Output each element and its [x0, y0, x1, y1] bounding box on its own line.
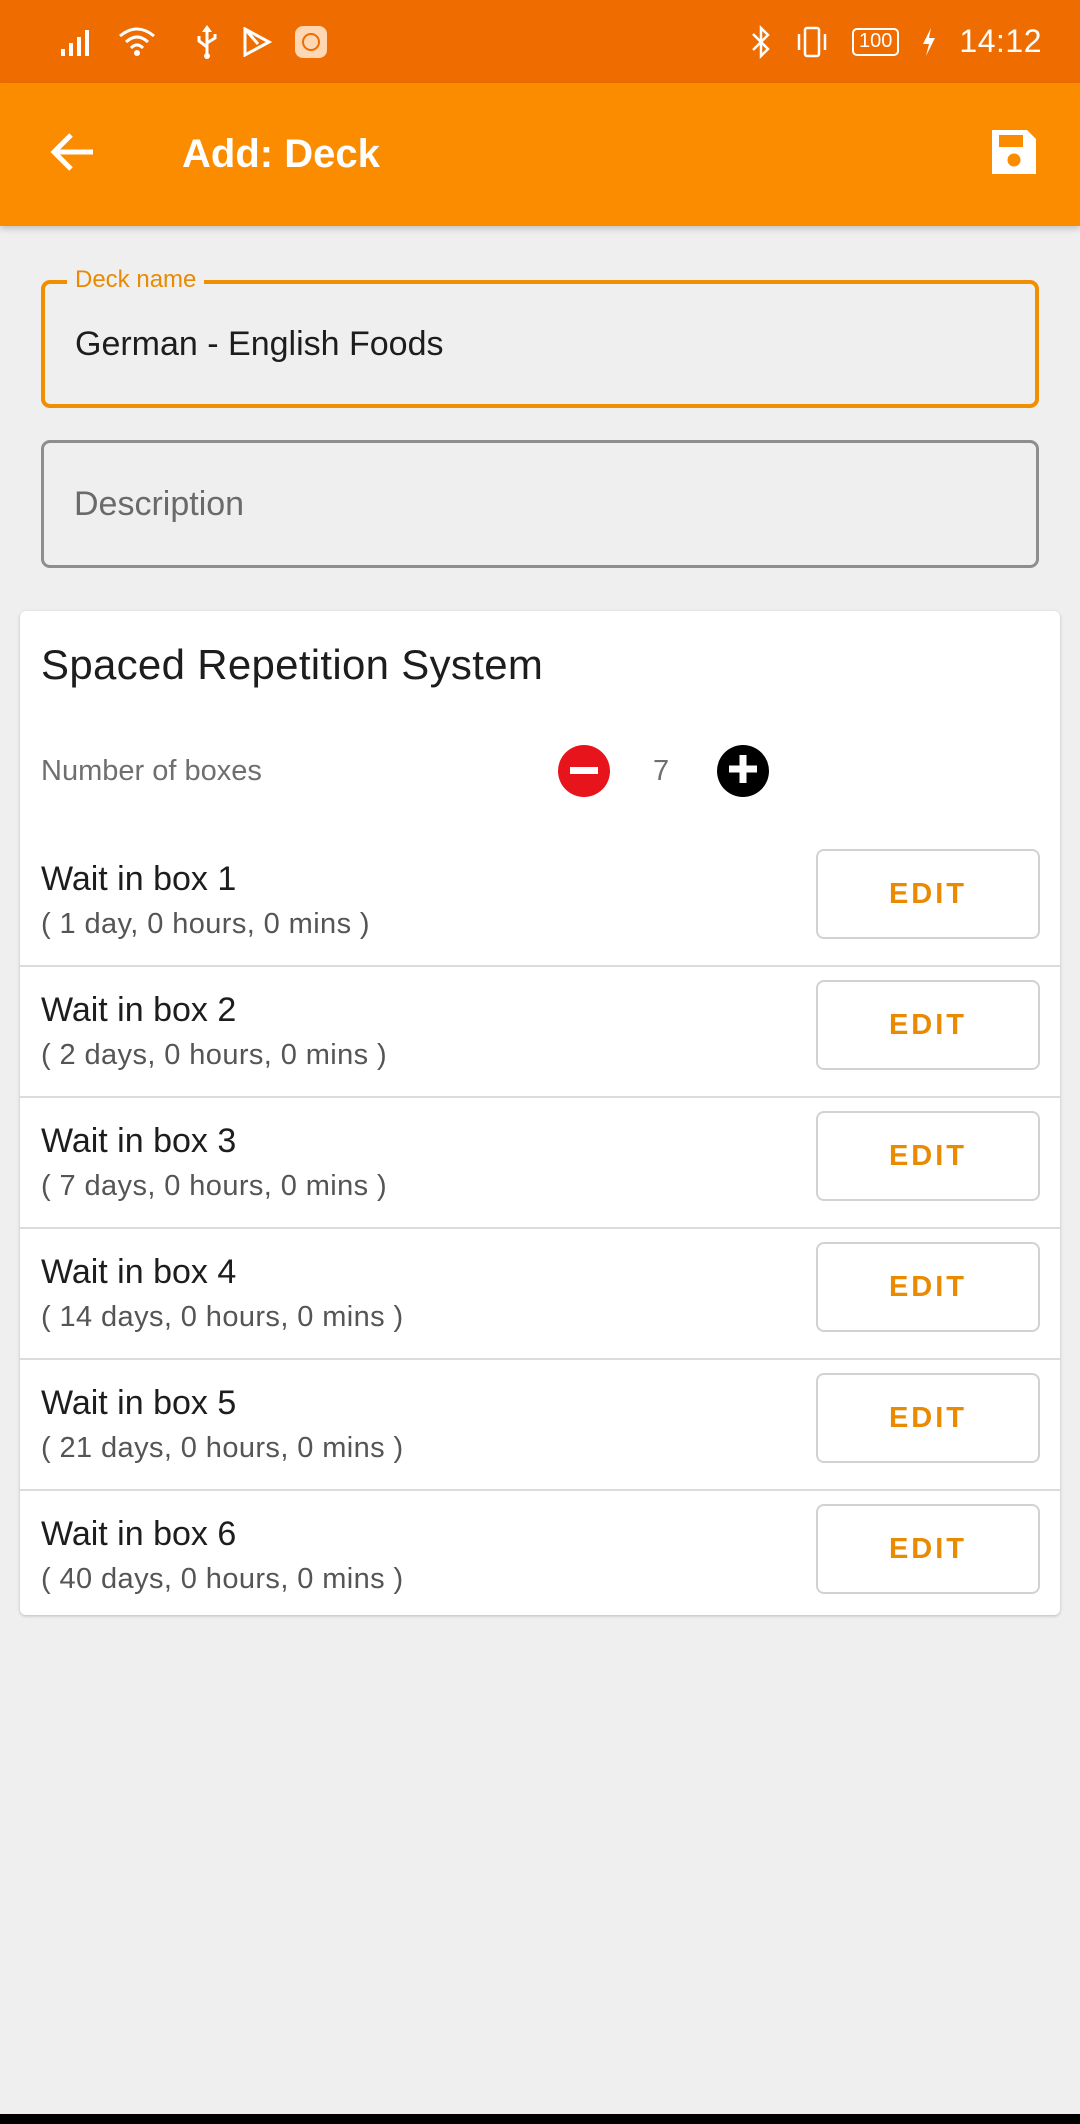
wait-box-row-2: Wait in box 2 ( 2 days, 0 hours, 0 mins … — [20, 967, 1060, 1098]
minus-circle-icon — [570, 762, 598, 780]
bluetooth-icon — [750, 22, 772, 62]
status-time: 14:12 — [959, 23, 1042, 59]
wait-box-row-1: Wait in box 1 ( 1 day, 0 hours, 0 mins )… — [20, 836, 1060, 967]
edit-box-2-button[interactable]: EDIT — [816, 980, 1040, 1070]
wait-box-list: Wait in box 1 ( 1 day, 0 hours, 0 mins )… — [20, 836, 1060, 1622]
floppy-save-icon — [989, 127, 1039, 182]
battery-icon: 100 — [852, 27, 900, 56]
battery-level: 100 — [859, 30, 893, 52]
wait-box-row-4: Wait in box 4 ( 14 days, 0 hours, 0 mins… — [20, 1229, 1060, 1360]
usb-icon — [194, 22, 220, 62]
wait-box-title: Wait in box 4 — [41, 1253, 237, 1291]
wait-box-row-6: Wait in box 6 ( 40 days, 0 hours, 0 mins… — [20, 1491, 1060, 1622]
app-bar: Add: Deck — [0, 83, 1080, 226]
back-button[interactable] — [36, 119, 108, 191]
play-store-icon — [242, 22, 272, 62]
wait-box-title: Wait in box 5 — [41, 1384, 237, 1422]
wait-box-title: Wait in box 6 — [41, 1515, 237, 1553]
wait-box-duration: ( 2 days, 0 hours, 0 mins ) — [41, 1039, 388, 1071]
edit-box-3-button[interactable]: EDIT — [816, 1111, 1040, 1201]
wait-box-duration: ( 21 days, 0 hours, 0 mins ) — [41, 1432, 404, 1464]
plus-circle-icon — [729, 754, 757, 788]
number-of-boxes-value: 7 — [653, 755, 670, 787]
edit-box-1-button[interactable]: EDIT — [816, 849, 1040, 939]
status-left — [60, 22, 328, 62]
save-button[interactable] — [978, 119, 1050, 191]
deck-name-field[interactable]: Deck name — [41, 266, 1039, 408]
edit-box-6-button[interactable]: EDIT — [816, 1504, 1040, 1594]
wait-box-duration: ( 1 day, 0 hours, 0 mins ) — [41, 908, 370, 940]
edit-box-5-button[interactable]: EDIT — [816, 1373, 1040, 1463]
wait-box-title: Wait in box 2 — [41, 991, 237, 1029]
wifi-icon — [118, 22, 156, 62]
edit-box-4-button[interactable]: EDIT — [816, 1242, 1040, 1332]
app-notification-icon — [294, 22, 328, 62]
charging-icon — [921, 22, 937, 62]
screen: 100 14:12 Add: Deck Deck name German - E… — [0, 0, 1080, 2124]
vibrate-icon — [794, 22, 830, 62]
deck-name-input[interactable] — [75, 284, 1015, 404]
increase-boxes-button[interactable] — [717, 745, 769, 797]
number-of-boxes-row: Number of boxes 7 — [41, 731, 1041, 811]
number-of-boxes-label: Number of boxes — [41, 755, 262, 787]
decrease-boxes-button[interactable] — [558, 745, 610, 797]
description-field[interactable] — [41, 440, 1039, 568]
wait-box-duration: ( 14 days, 0 hours, 0 mins ) — [41, 1301, 404, 1333]
description-input[interactable] — [74, 443, 1016, 565]
srs-card: Spaced Repetition System Number of boxes… — [20, 611, 1060, 1615]
status-bar: 100 14:12 — [0, 0, 1080, 83]
signal-icon — [60, 22, 96, 62]
srs-title: Spaced Repetition System — [41, 641, 544, 688]
wait-box-duration: ( 40 days, 0 hours, 0 mins ) — [41, 1563, 404, 1595]
wait-box-row-3: Wait in box 3 ( 7 days, 0 hours, 0 mins … — [20, 1098, 1060, 1229]
arrow-back-icon — [49, 132, 95, 177]
navigation-bar — [0, 2114, 1080, 2124]
page-title: Add: Deck — [182, 132, 380, 176]
wait-box-duration: ( 7 days, 0 hours, 0 mins ) — [41, 1170, 388, 1202]
wait-box-title: Wait in box 1 — [41, 860, 237, 898]
status-right: 100 14:12 — [750, 22, 1042, 62]
wait-box-title: Wait in box 3 — [41, 1122, 237, 1160]
wait-box-row-5: Wait in box 5 ( 21 days, 0 hours, 0 mins… — [20, 1360, 1060, 1491]
